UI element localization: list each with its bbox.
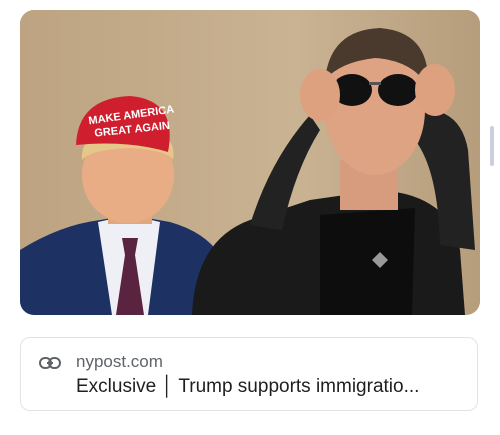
article-image[interactable]: MAKE AMERICA GREAT AGAIN xyxy=(20,10,480,315)
link-card[interactable]: nypost.com Exclusive │ Trump supports im… xyxy=(20,337,478,411)
scrollbar-thumb[interactable] xyxy=(490,126,494,166)
link-domain: nypost.com xyxy=(76,352,163,371)
link-title: Exclusive │ Trump supports immigratio... xyxy=(76,376,420,397)
link-icon xyxy=(39,356,61,370)
